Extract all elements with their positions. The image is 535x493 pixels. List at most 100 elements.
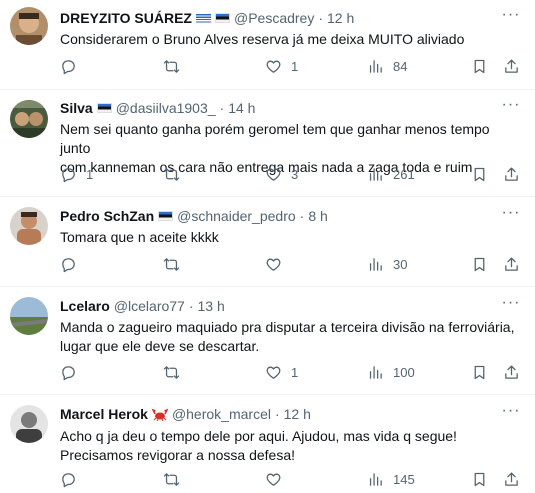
reply-button[interactable] [60, 256, 86, 273]
tweet[interactable]: Pedro SchZan @schnaider_pedro · 8 h ··· … [0, 197, 535, 287]
bookmark-button[interactable] [471, 364, 488, 381]
share-button[interactable] [503, 256, 520, 273]
bookmark-icon [474, 365, 485, 380]
display-name[interactable]: DREYZITO SUÁREZ [60, 10, 192, 26]
tweet[interactable]: DREYZITO SUÁREZ @Pescadrey · 12 h ··· Co… [0, 0, 535, 90]
tweet-text-line: Considerarem o Bruno Alves reserva já me… [60, 31, 465, 47]
tweet-text: Tomara que n aceite kkkk [60, 228, 522, 247]
more-icon[interactable]: ··· [501, 97, 521, 118]
crab-emoji-icon [151, 408, 169, 421]
separator-dot: · [318, 10, 324, 26]
bookmark-button[interactable] [471, 166, 488, 183]
tweet-text: Considerarem o Bruno Alves reserva já me… [60, 30, 522, 49]
bookmark-icon [474, 167, 485, 182]
tweet[interactable]: Marcel Herok @herok_marcel · 12 h ··· Ac… [0, 395, 535, 493]
timestamp[interactable]: 13 h [198, 298, 225, 314]
reply-button[interactable] [60, 58, 86, 75]
timestamp[interactable]: 8 h [308, 208, 327, 224]
reply-icon [62, 168, 75, 183]
tweet-text: Manda o zagueiro maquiado pra disputar a… [60, 318, 522, 356]
reply-button[interactable] [60, 471, 86, 488]
avatar[interactable] [10, 405, 48, 443]
timestamp[interactable]: 12 h [284, 406, 311, 422]
like-button[interactable]: 3 [265, 166, 298, 183]
retweet-icon [163, 168, 180, 181]
views-count: 30 [393, 257, 408, 272]
more-icon[interactable]: ··· [501, 295, 521, 316]
tweet-actions: 1 84 [0, 58, 535, 78]
replies-feed: DREYZITO SUÁREZ @Pescadrey · 12 h ··· Co… [0, 0, 535, 493]
more-icon[interactable]: ··· [501, 403, 521, 424]
share-icon [505, 257, 518, 271]
estonia-flag-icon [158, 211, 174, 221]
share-icon [505, 365, 518, 379]
avatar[interactable] [10, 207, 48, 245]
avatar[interactable] [10, 297, 48, 335]
estonia-flag-icon [214, 13, 230, 23]
reply-icon [62, 473, 75, 488]
timestamp[interactable]: 12 h [327, 10, 354, 26]
avatar[interactable] [10, 100, 48, 138]
user-handle[interactable]: @herok_marcel [172, 406, 271, 422]
bookmark-button[interactable] [471, 471, 488, 488]
tweet-text: Acho q ja deu o tempo dele por aqui. Aju… [60, 427, 522, 465]
retweet-button[interactable] [163, 256, 189, 273]
views-icon [369, 473, 382, 486]
user-handle[interactable]: @dasiilva1903_ [116, 100, 216, 116]
heart-icon [266, 168, 281, 181]
reply-button[interactable] [60, 364, 86, 381]
retweet-icon [163, 473, 180, 486]
retweet-button[interactable] [163, 58, 189, 75]
like-button[interactable] [265, 256, 291, 273]
tweet[interactable]: Silva @dasiilva1903_ · 14 h ··· Nem sei … [0, 90, 535, 197]
tweet[interactable]: Lcelaro @lcelaro77 · 13 h ··· Manda o za… [0, 287, 535, 395]
tweet-header: Pedro SchZan @schnaider_pedro · 8 h [60, 206, 328, 226]
views-icon [369, 258, 382, 271]
more-icon[interactable]: ··· [501, 205, 521, 226]
retweet-button[interactable] [163, 471, 189, 488]
tweet-header: Marcel Herok @herok_marcel · 12 h [60, 404, 311, 424]
display-name[interactable]: Lcelaro [60, 298, 110, 314]
tweet-text-line: Manda o zagueiro maquiado pra disputar a… [60, 319, 515, 335]
reply-icon [62, 366, 75, 381]
reply-button[interactable]: 1 [60, 166, 93, 183]
heart-icon [266, 366, 281, 379]
tweet-header: Silva @dasiilva1903_ · 14 h [60, 98, 255, 118]
retweet-icon [163, 60, 180, 73]
tweet-text-line: Acho q ja deu o tempo dele por aqui. Aju… [60, 428, 457, 444]
share-button[interactable] [503, 166, 520, 183]
views-button[interactable]: 261 [367, 166, 415, 183]
views-button[interactable]: 145 [367, 471, 415, 488]
display-name[interactable]: Pedro SchZan [60, 208, 154, 224]
user-handle[interactable]: @schnaider_pedro [177, 208, 296, 224]
like-button[interactable]: 1 [265, 364, 298, 381]
uruguay-flag-icon [195, 13, 211, 23]
share-button[interactable] [503, 58, 520, 75]
like-button[interactable]: 1 [265, 58, 298, 75]
views-button[interactable]: 100 [367, 364, 415, 381]
bookmark-button[interactable] [471, 58, 488, 75]
user-handle[interactable]: @Pescadrey [234, 10, 314, 26]
display-name[interactable]: Silva [60, 100, 93, 116]
views-button[interactable]: 30 [367, 256, 407, 273]
avatar[interactable] [10, 7, 48, 45]
tweet-text-line: Tomara que n aceite kkkk [60, 229, 219, 245]
retweet-button[interactable] [163, 166, 189, 183]
retweet-icon [163, 366, 180, 379]
timestamp[interactable]: 14 h [228, 100, 255, 116]
separator-dot: · [299, 208, 305, 224]
more-icon[interactable]: ··· [501, 7, 521, 28]
bookmark-icon [474, 257, 485, 272]
display-name[interactable]: Marcel Herok [60, 406, 148, 422]
like-button[interactable] [265, 471, 291, 488]
bookmark-button[interactable] [471, 256, 488, 273]
retweet-button[interactable] [163, 364, 189, 381]
views-count: 261 [393, 167, 415, 182]
share-button[interactable] [503, 364, 520, 381]
share-button[interactable] [503, 471, 520, 488]
views-button[interactable]: 84 [367, 58, 407, 75]
reply-icon [62, 60, 75, 75]
share-icon [505, 167, 518, 181]
share-icon [505, 472, 518, 486]
user-handle[interactable]: @lcelaro77 [114, 298, 185, 314]
